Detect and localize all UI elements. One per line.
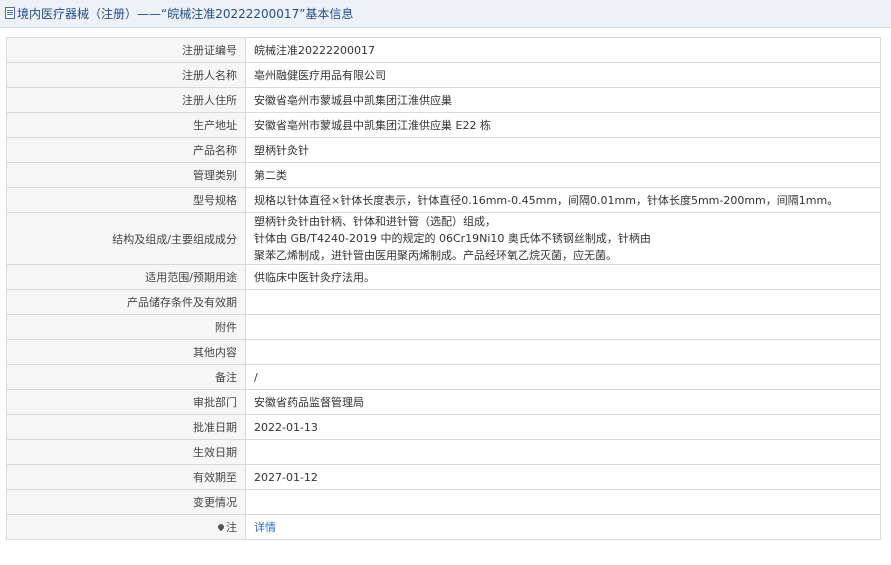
structure-line: 塑柄针灸针由针柄、针体和进针管（选配）组成，: [254, 215, 496, 228]
table-row: 备注 /: [6, 364, 881, 390]
row-value-valid-until: 2027-01-12: [245, 464, 881, 490]
page-header: 境内医疗器械（注册）——“皖械注准20222200017”基本信息: [0, 0, 891, 28]
table-row: 审批部门 安徽省药品监督管理局: [6, 389, 881, 415]
table-row: 产品名称 塑柄针灸针: [6, 137, 881, 163]
table-row: 注册证编号 皖械注准20222200017: [6, 37, 881, 63]
row-label-product-name: 产品名称: [6, 137, 246, 163]
row-value-effective-date: [245, 439, 881, 465]
row-value-structure: 塑柄针灸针由针柄、针体和进针管（选配）组成， 针体由 GB/T4240-2019 …: [245, 212, 881, 265]
row-value-changes: [245, 489, 881, 515]
row-label-effective-date: 生效日期: [6, 439, 246, 465]
row-label-registrant-address: 注册人住所: [6, 87, 246, 113]
row-label-approval-dept: 审批部门: [6, 389, 246, 415]
table-row: 生产地址 安徽省亳州市蒙城县中凯集团江淮供应巢 E22 栋: [6, 112, 881, 138]
row-value-registrant-name: 亳州融健医疗用品有限公司: [245, 62, 881, 88]
structure-line: 针体由 GB/T4240-2019 中的规定的 06Cr19Ni10 奥氏体不锈…: [254, 232, 651, 245]
table-row: 注 详情: [6, 514, 881, 540]
map-pin-icon: [216, 522, 226, 532]
row-value-attachments: [245, 314, 881, 340]
row-label-intended-use: 适用范围/预期用途: [6, 264, 246, 290]
row-label-note: 注: [6, 514, 246, 540]
table-row: 产品储存条件及有效期: [6, 289, 881, 315]
table-row: 型号规格 规格以针体直径×针体长度表示，针体直径0.16mm-0.45mm，间隔0…: [6, 187, 881, 213]
row-value-model-spec: 规格以针体直径×针体长度表示，针体直径0.16mm-0.45mm，间隔0.01m…: [245, 187, 881, 213]
row-value-product-name: 塑柄针灸针: [245, 137, 881, 163]
row-value-management-category: 第二类: [245, 162, 881, 188]
table-row: 其他内容: [6, 339, 881, 365]
row-label-storage: 产品储存条件及有效期: [6, 289, 246, 315]
row-label-attachments: 附件: [6, 314, 246, 340]
row-value-registrant-address: 安徽省亳州市蒙城县中凯集团江淮供应巢: [245, 87, 881, 113]
row-value-note: 详情: [245, 514, 881, 540]
row-value-storage: [245, 289, 881, 315]
row-label-registrant-name: 注册人名称: [6, 62, 246, 88]
row-value-approval-dept: 安徽省药品监督管理局: [245, 389, 881, 415]
row-value-remarks: /: [245, 364, 881, 390]
row-label-model-spec: 型号规格: [6, 187, 246, 213]
row-label-structure: 结构及组成/主要组成成分: [6, 212, 246, 265]
row-value-production-address: 安徽省亳州市蒙城县中凯集团江淮供应巢 E22 栋: [245, 112, 881, 138]
row-value-approval-date: 2022-01-13: [245, 414, 881, 440]
table-row: 注册人住所 安徽省亳州市蒙城县中凯集团江淮供应巢: [6, 87, 881, 113]
note-label: 注: [226, 521, 237, 534]
table-row: 生效日期: [6, 439, 881, 465]
row-value-intended-use: 供临床中医针灸疗法用。: [245, 264, 881, 290]
table-row: 批准日期 2022-01-13: [6, 414, 881, 440]
table-row: 管理类别 第二类: [6, 162, 881, 188]
table-row: 注册人名称 亳州融健医疗用品有限公司: [6, 62, 881, 88]
row-label-other: 其他内容: [6, 339, 246, 365]
page-title: 境内医疗器械（注册）——“皖械注准20222200017”基本信息: [17, 7, 354, 21]
table-row: 变更情况: [6, 489, 881, 515]
document-icon: [5, 7, 15, 19]
table-row: 结构及组成/主要组成成分 塑柄针灸针由针柄、针体和进针管（选配）组成， 针体由 GB…: [6, 212, 881, 265]
table-row: 附件: [6, 314, 881, 340]
row-label-approval-date: 批准日期: [6, 414, 246, 440]
row-value-other: [245, 339, 881, 365]
row-label-management-category: 管理类别: [6, 162, 246, 188]
structure-line: 聚苯乙烯制成，进针管由医用聚丙烯制成。产品经环氧乙烷灭菌，应无菌。: [254, 249, 617, 262]
detail-table: 注册证编号 皖械注准20222200017 注册人名称 亳州融健医疗用品有限公司 注…: [6, 37, 881, 540]
row-label-production-address: 生产地址: [6, 112, 246, 138]
row-label-registration-no: 注册证编号: [6, 37, 246, 63]
row-label-changes: 变更情况: [6, 489, 246, 515]
row-label-remarks: 备注: [6, 364, 246, 390]
row-label-valid-until: 有效期至: [6, 464, 246, 490]
row-value-registration-no: 皖械注准20222200017: [245, 37, 881, 63]
table-row: 有效期至 2027-01-12: [6, 464, 881, 490]
details-link[interactable]: 详情: [254, 521, 276, 534]
table-row: 适用范围/预期用途 供临床中医针灸疗法用。: [6, 264, 881, 290]
